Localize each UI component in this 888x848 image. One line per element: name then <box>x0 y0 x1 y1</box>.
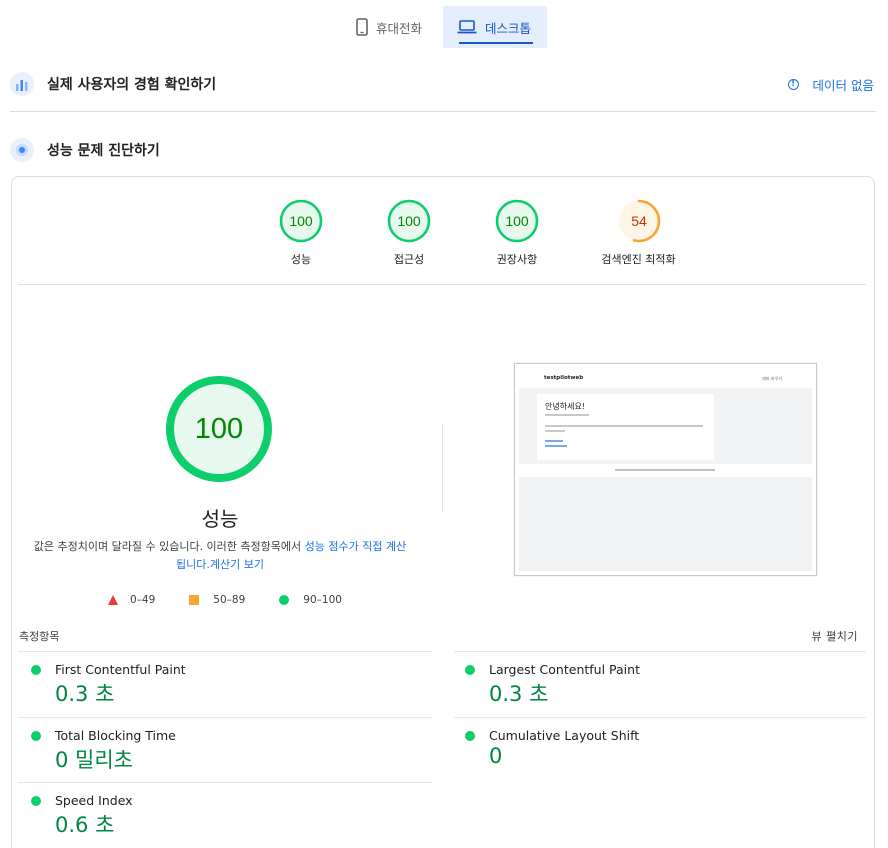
category-gauges: 100 성능 100 접근성 100 권장사항 54 검색엔진 최적화 <box>247 199 706 267</box>
gauge-label: 성능 <box>290 253 312 266</box>
main-score-label: 성능 <box>201 507 239 531</box>
circle-icon <box>279 595 290 605</box>
divider <box>18 782 432 783</box>
no-data-link[interactable]: ! 데이터 없음 <box>787 75 874 94</box>
gauge-label: 접근성 <box>393 253 425 266</box>
divider <box>454 717 866 718</box>
calculator-link[interactable]: 계산기 보기 <box>210 558 264 571</box>
lighthouse-icon <box>10 138 34 162</box>
legend-average-range: 50–89 <box>213 594 246 606</box>
tab-desktop[interactable]: 데스크톱 <box>443 6 547 48</box>
metric-value: 0 밀리초 <box>55 748 133 772</box>
tab-desktop-label: 데스크톱 <box>485 20 532 36</box>
screenshot-body <box>519 477 812 571</box>
square-icon <box>189 595 200 605</box>
gauge-score: 100 <box>397 213 421 229</box>
info-icon: ! <box>787 78 799 90</box>
gauge-ring: 54 <box>617 199 660 243</box>
screenshot-card: 안녕하세요! <box>537 394 714 460</box>
gauge-seo[interactable]: 54 검색엔진 최적화 <box>571 199 706 267</box>
pass-dot-icon <box>31 665 41 675</box>
metric-name: Total Blocking Time <box>55 728 176 743</box>
metric-name: Speed Index <box>55 793 133 808</box>
pass-dot-icon <box>31 731 41 741</box>
tab-mobile[interactable]: 휴대전화 <box>342 6 443 48</box>
divider <box>18 717 432 718</box>
screenshot-line <box>545 430 565 432</box>
gauge-label: 검색엔진 최적화 <box>601 253 676 266</box>
divider <box>18 651 432 652</box>
gauge-label: 권장사항 <box>496 253 538 266</box>
metric-value: 0 <box>489 744 503 768</box>
metric-name: Largest Contentful Paint <box>489 662 640 677</box>
screenshot-brand: testpilotweb <box>544 375 584 381</box>
score-description: 값은 추정치이며 달라질 수 있습니다. 이러한 측정항목에서 성능 점수가 직… <box>30 538 410 574</box>
screenshot-menu: 테마 바꾸기 <box>762 376 782 381</box>
legend-fail: 0–49 <box>108 594 155 606</box>
legend-average: 50–89 <box>189 594 245 606</box>
expand-view-toggle[interactable]: 뷰 펼치기 <box>812 628 858 644</box>
triangle-icon <box>108 595 118 605</box>
diagnose-title: 성능 문제 진단하기 <box>47 143 160 159</box>
gauge-performance[interactable]: 100 성능 <box>247 199 355 267</box>
legend-pass: 90–100 <box>279 594 342 606</box>
field-data-header: 실제 사용자의 경험 확인하기 ! 데이터 없음 <box>10 72 876 96</box>
vertical-divider <box>442 425 443 513</box>
screenshot-footer <box>615 469 715 471</box>
main-score: 100 <box>195 413 243 445</box>
laptop-icon <box>457 20 477 34</box>
screenshot-link <box>545 440 563 442</box>
gauge-ring: 100 <box>279 199 323 243</box>
metric-name: Cumulative Layout Shift <box>489 728 640 743</box>
users-chart-icon <box>10 72 34 96</box>
metrics-title: 측정항목 <box>19 630 60 643</box>
pass-dot-icon <box>465 731 475 741</box>
field-data-title: 실제 사용자의 경험 확인하기 <box>47 77 217 93</box>
legend-fail-range: 0–49 <box>130 594 156 606</box>
gauge-score: 100 <box>289 213 313 229</box>
gauge-score: 100 <box>505 213 529 229</box>
metric-name: First Contentful Paint <box>55 662 186 677</box>
performance-main-gauge: 100 <box>166 376 272 482</box>
tab-mobile-label: 휴대전화 <box>376 20 423 36</box>
pass-dot-icon <box>465 665 475 675</box>
final-screenshot[interactable]: testpilotweb 테마 바꾸기 안녕하세요! <box>514 363 817 576</box>
gauge-ring: 100 <box>495 199 539 243</box>
gauge-accessibility[interactable]: 100 접근성 <box>355 199 463 267</box>
screenshot-line <box>545 414 589 416</box>
divider <box>18 284 866 285</box>
device-tabs: 휴대전화 데스크톱 <box>342 6 547 48</box>
score-legend: 0–49 50–89 90–100 <box>108 594 376 606</box>
pass-dot-icon <box>31 796 41 806</box>
description-text: 값은 추정치이며 달라질 수 있습니다. 이러한 측정항목에서 <box>33 540 305 553</box>
legend-pass-range: 90–100 <box>303 594 342 606</box>
diagnose-header: 성능 문제 진단하기 <box>10 138 876 162</box>
no-data-label: 데이터 없음 <box>812 77 874 93</box>
screenshot-heading: 안녕하세요! <box>545 402 586 411</box>
metric-value: 0.3 초 <box>55 682 115 706</box>
divider <box>454 651 866 652</box>
metric-value: 0.3 초 <box>489 682 549 706</box>
phone-icon <box>356 18 368 36</box>
gauge-score: 54 <box>631 213 647 229</box>
divider <box>10 111 876 112</box>
metric-value: 0.6 초 <box>55 813 115 837</box>
gauge-best-practices[interactable]: 100 권장사항 <box>463 199 571 267</box>
gauge-ring: 100 <box>387 199 431 243</box>
screenshot-line <box>545 425 703 427</box>
screenshot-link <box>545 445 567 447</box>
